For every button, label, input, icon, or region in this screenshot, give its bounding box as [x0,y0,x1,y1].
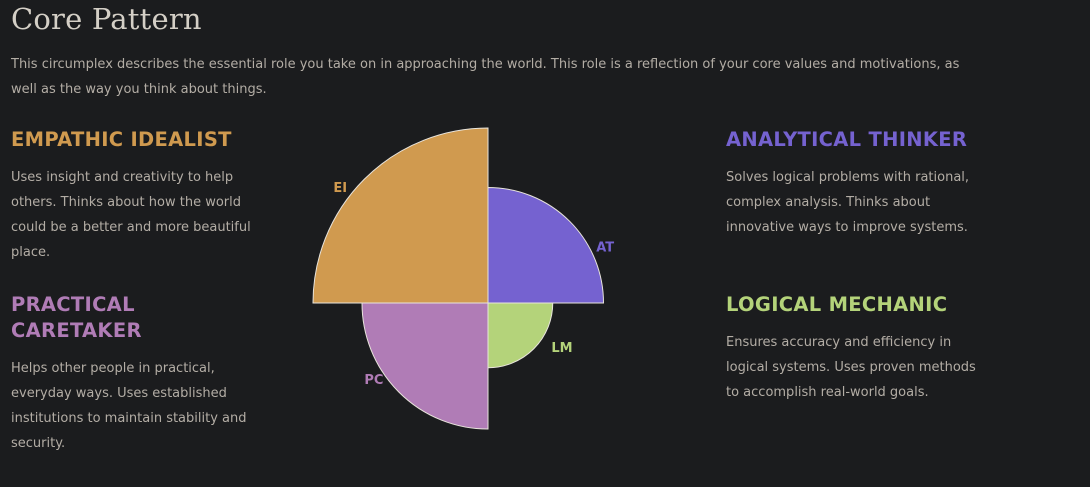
logical-mechanic-title: LOGICAL MECHANIC [726,293,948,316]
core-pattern-chart: EI AT LM PC [312,127,614,430]
empathic-idealist-title: EMPATHIC IDEALIST [11,128,232,151]
slice-lm [487,302,554,369]
slice-at [487,186,605,304]
logical-mechanic-description: Ensures accuracy and efficiency in logic… [726,335,976,400]
slice-label-lm: LM [551,341,572,356]
practical-caretaker-section: PRACTICAL CARETAKER Helps other people i… [11,292,261,456]
empathic-idealist-description: Uses insight and creativity to help othe… [11,170,251,260]
slice-label-pc: PC [364,373,383,388]
slice-label-at: AT [596,240,614,255]
page-title: Core Pattern [11,2,202,36]
analytical-thinker-title: ANALYTICAL THINKER [726,128,968,151]
practical-caretaker-title: PRACTICAL CARETAKER [11,293,142,342]
slice-label-ei: EI [333,181,347,196]
analytical-thinker-section: ANALYTICAL THINKER Solves logical proble… [726,127,976,240]
intro-text: This circumplex describes the essential … [11,57,960,97]
slice-ei [312,127,489,304]
slice-pc [361,302,489,430]
logical-mechanic-section: LOGICAL MECHANIC Ensures accuracy and ef… [726,292,976,405]
analytical-thinker-description: Solves logical problems with rational, c… [726,170,970,235]
empathic-idealist-section: EMPATHIC IDEALIST Uses insight and creat… [11,127,261,265]
practical-caretaker-description: Helps other people in practical, everyda… [11,361,247,451]
